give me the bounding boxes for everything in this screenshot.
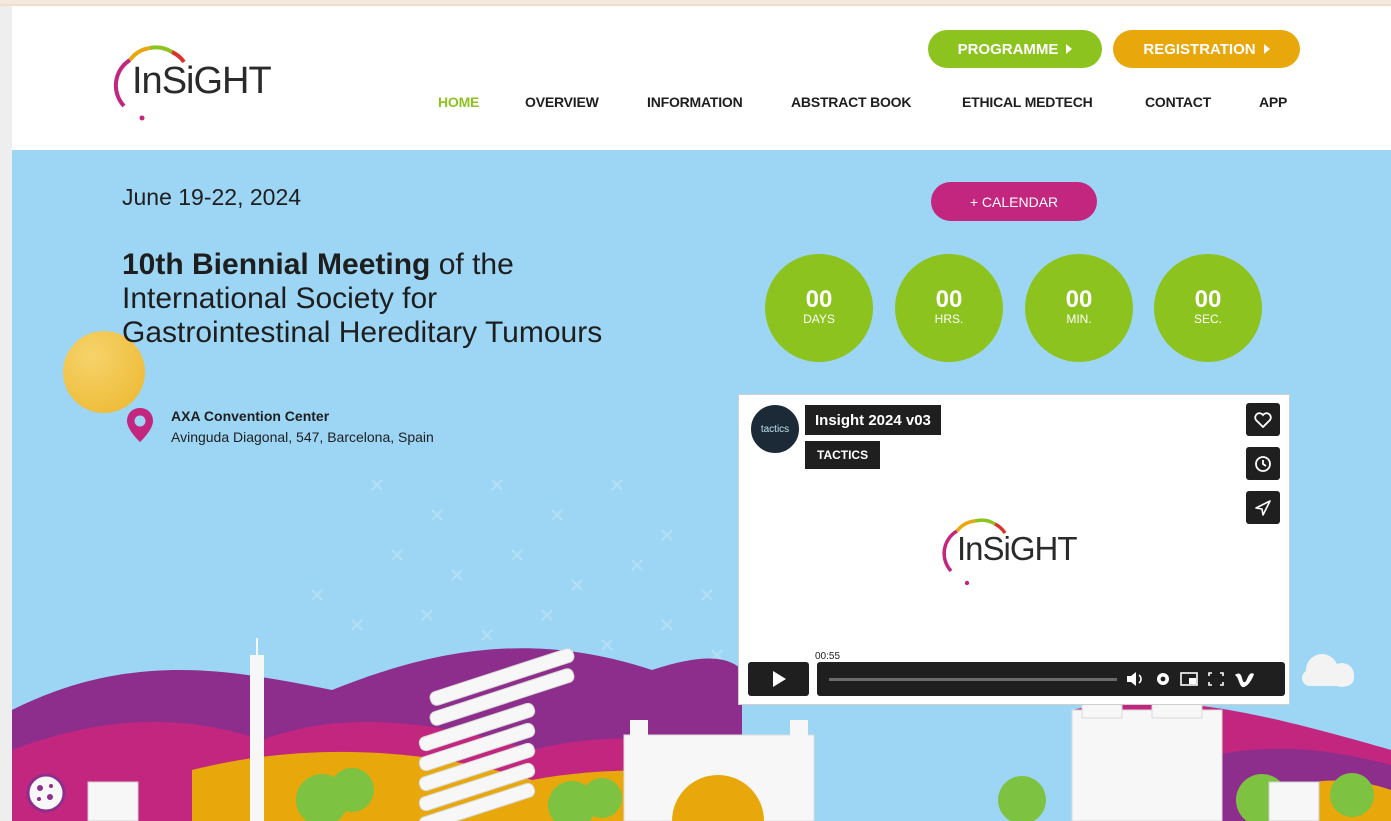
channel-avatar[interactable]: tactics bbox=[749, 403, 801, 455]
main-nav: HOME OVERVIEW INFORMATION ABSTRACT BOOK … bbox=[12, 94, 1391, 114]
video-logo-text: InSiGHT bbox=[957, 530, 1078, 567]
play-button[interactable] bbox=[748, 662, 809, 696]
event-title-line3: Gastrointestinal Hereditary Tumours bbox=[122, 316, 603, 349]
countdown-seconds-value: 00 bbox=[1194, 286, 1222, 313]
event-title-line2: International Society for bbox=[122, 282, 438, 315]
registration-button[interactable]: REGISTRATION bbox=[1113, 30, 1300, 68]
video-progress-track[interactable] bbox=[829, 678, 1117, 681]
countdown-days-unit: DAYS bbox=[803, 312, 835, 326]
nav-overview[interactable]: OVERVIEW bbox=[525, 94, 599, 110]
site-header: InSiGHT PROGRAMME REGISTRATION HOME OVER… bbox=[12, 6, 1391, 150]
hero-section: June 19-22, 2024 10th Biennial Meeting o… bbox=[12, 150, 1391, 821]
countdown-minutes: 00 MIN. bbox=[1025, 254, 1133, 362]
nav-app[interactable]: APP bbox=[1259, 94, 1287, 110]
registration-label: REGISTRATION bbox=[1143, 40, 1256, 58]
countdown-days: 00 DAYS bbox=[765, 254, 873, 362]
clock-icon bbox=[1255, 455, 1271, 472]
add-to-calendar-button[interactable]: + CALENDAR bbox=[931, 182, 1097, 221]
pip-icon[interactable] bbox=[1180, 672, 1198, 686]
share-button[interactable] bbox=[1246, 491, 1280, 524]
arrow-right-icon bbox=[1263, 44, 1270, 54]
nav-abstract-book[interactable]: ABSTRACT BOOK bbox=[791, 94, 911, 110]
countdown-seconds-unit: SEC. bbox=[1193, 312, 1222, 326]
video-channel-badge[interactable]: TACTICS bbox=[805, 441, 881, 469]
countdown-days-value: 00 bbox=[805, 286, 833, 313]
nav-contact[interactable]: CONTACT bbox=[1145, 94, 1211, 110]
event-dates: June 19-22, 2024 bbox=[122, 184, 302, 210]
nav-home[interactable]: HOME bbox=[438, 94, 479, 110]
watch-later-button[interactable] bbox=[1246, 447, 1280, 480]
insight-logo[interactable]: InSiGHT bbox=[102, 38, 292, 128]
heart-icon bbox=[1254, 411, 1272, 428]
volume-icon[interactable] bbox=[1127, 672, 1142, 686]
event-title-rest: of the bbox=[430, 248, 514, 281]
video-insight-logo: InSiGHT bbox=[935, 511, 1105, 591]
venue-name: AXA Convention Center bbox=[171, 408, 330, 424]
countdown-minutes-value: 00 bbox=[1065, 286, 1093, 313]
event-title-bold: 10th Biennial Meeting bbox=[122, 248, 431, 281]
video-title[interactable]: Insight 2024 v03 bbox=[805, 405, 941, 435]
video-controls-icons bbox=[1127, 672, 1254, 688]
fullscreen-icon[interactable] bbox=[1208, 672, 1224, 686]
left-gutter bbox=[0, 6, 12, 821]
location-pin-icon bbox=[127, 408, 153, 442]
countdown-seconds: 00 SEC. bbox=[1154, 254, 1262, 362]
nav-ethical-medtech[interactable]: ETHICAL MEDTECH bbox=[962, 94, 1093, 110]
send-icon bbox=[1255, 499, 1271, 516]
countdown-minutes-unit: MIN. bbox=[1066, 312, 1092, 326]
programme-button[interactable]: PROGRAMME bbox=[928, 30, 1102, 68]
event-title: 10th Biennial Meeting of the Internation… bbox=[122, 248, 682, 350]
arrow-right-icon bbox=[1066, 44, 1073, 54]
cookie-settings-icon[interactable] bbox=[24, 771, 68, 815]
programme-label: PROGRAMME bbox=[957, 40, 1059, 58]
countdown-hours: 00 HRS. bbox=[895, 254, 1003, 362]
like-button[interactable] bbox=[1246, 403, 1280, 436]
play-icon bbox=[772, 671, 786, 687]
video-control-bar bbox=[817, 662, 1285, 696]
nav-information[interactable]: INFORMATION bbox=[647, 94, 743, 110]
channel-avatar-label: tactics bbox=[760, 423, 790, 435]
settings-icon[interactable] bbox=[1157, 673, 1169, 685]
countdown-hours-unit: HRS. bbox=[934, 312, 964, 326]
venue-address: Avinguda Diagonal, 547, Barcelona, Spain bbox=[171, 429, 434, 445]
video-player[interactable]: tactics Insight 2024 v03 TACTICS InSiGHT… bbox=[738, 394, 1290, 705]
vimeo-icon[interactable] bbox=[1235, 673, 1254, 688]
countdown-hours-value: 00 bbox=[935, 286, 963, 313]
